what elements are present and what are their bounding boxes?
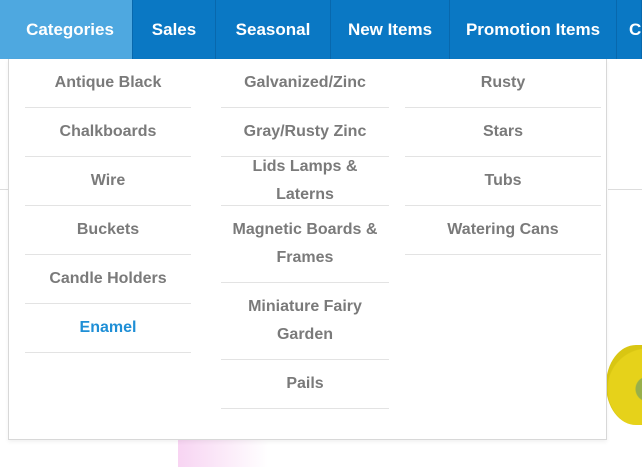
- dropdown-column-3: Rusty Stars Tubs Watering Cans: [405, 59, 601, 255]
- menu-item-stars[interactable]: Stars: [405, 108, 601, 157]
- dropdown-column-1: Antique Black Chalkboards Wire Buckets C…: [25, 59, 191, 353]
- main-nav: Categories Sales Seasonal New Items Prom…: [0, 0, 642, 59]
- page-divider: [608, 189, 642, 190]
- product-image-partial: [178, 438, 268, 467]
- menu-item-antique-black[interactable]: Antique Black: [25, 59, 191, 108]
- nav-tab-new-items[interactable]: New Items: [331, 0, 450, 59]
- menu-item-watering-cans[interactable]: Watering Cans: [405, 206, 601, 255]
- nav-tab-partial[interactable]: C: [617, 0, 642, 59]
- menu-item-chalkboards[interactable]: Chalkboards: [25, 108, 191, 157]
- product-image-partial: [606, 345, 642, 425]
- menu-item-gray-rusty-zinc[interactable]: Gray/Rusty Zinc: [221, 108, 389, 157]
- menu-item-wire[interactable]: Wire: [25, 157, 191, 206]
- categories-dropdown: Antique Black Chalkboards Wire Buckets C…: [8, 59, 607, 440]
- menu-item-rusty[interactable]: Rusty: [405, 59, 601, 108]
- menu-item-magnetic-boards-frames[interactable]: Magnetic Boards & Frames: [221, 206, 389, 283]
- menu-item-enamel[interactable]: Enamel: [25, 304, 191, 353]
- nav-tab-sales[interactable]: Sales: [133, 0, 216, 59]
- page-divider: [0, 189, 8, 190]
- menu-item-buckets[interactable]: Buckets: [25, 206, 191, 255]
- nav-tab-promotion-items[interactable]: Promotion Items: [450, 0, 617, 59]
- menu-item-tubs[interactable]: Tubs: [405, 157, 601, 206]
- menu-item-pails[interactable]: Pails: [221, 360, 389, 409]
- nav-tab-categories[interactable]: Categories: [0, 0, 133, 59]
- menu-item-lids-lamps-laterns[interactable]: Lids Lamps & Laterns: [221, 157, 389, 206]
- menu-item-galvanized-zinc[interactable]: Galvanized/Zinc: [221, 59, 389, 108]
- nav-tab-seasonal[interactable]: Seasonal: [216, 0, 331, 59]
- menu-item-candle-holders[interactable]: Candle Holders: [25, 255, 191, 304]
- dropdown-column-2: Galvanized/Zinc Gray/Rusty Zinc Lids Lam…: [221, 59, 389, 409]
- menu-item-miniature-fairy-garden[interactable]: Miniature Fairy Garden: [221, 283, 389, 360]
